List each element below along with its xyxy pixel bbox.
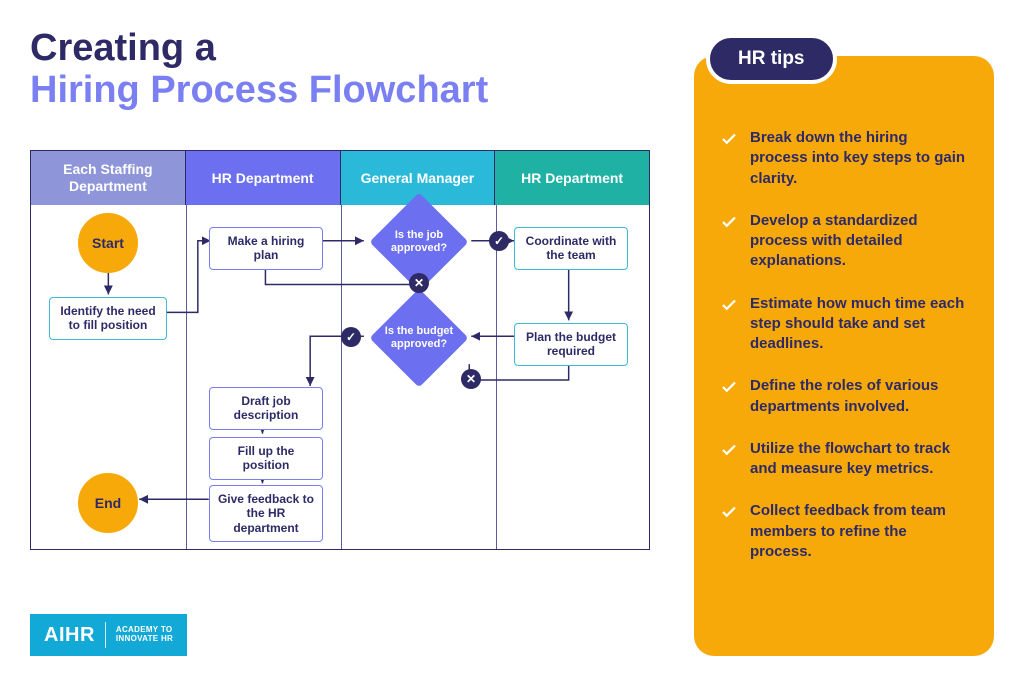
tip-item: Break down the hiring process into key s… (720, 128, 968, 189)
lane-divider (186, 205, 187, 549)
flowchart: Each Staffing Department HR Department G… (30, 150, 650, 550)
lane-label: HR Department (212, 170, 314, 187)
job-approved-decision: Is the job approved? (363, 213, 475, 271)
page-title: Creating a Hiring Process Flowchart (30, 28, 488, 112)
lane-label: General Manager (361, 170, 475, 187)
tip-item: Develop a standardized process with deta… (720, 211, 968, 272)
lane-header-hr2: HR Department (495, 151, 649, 205)
hr-tips-panel: HR tips Break down the hiring process in… (694, 56, 994, 656)
node-label: Fill up the position (216, 444, 316, 473)
check-icon (720, 130, 738, 148)
logo-subtext: ACADEMY TO INNOVATE HR (116, 626, 173, 644)
logo-line: ACADEMY TO (116, 625, 173, 634)
node-label: Coordinate with the team (521, 234, 621, 263)
lane-divider (341, 205, 342, 549)
decision-no-badge: ✕ (409, 273, 429, 293)
check-icon (720, 378, 738, 396)
node-label: End (95, 495, 121, 511)
draft-description-node: Draft job description (209, 387, 323, 430)
aihr-logo: AIHR ACADEMY TO INNOVATE HR (30, 614, 187, 656)
tip-item: Collect feedback from team members to re… (720, 501, 968, 562)
tip-text: Estimate how much time each step should … (750, 294, 968, 355)
decision-yes-badge: ✓ (489, 231, 509, 251)
hr-tips-badge: HR tips (706, 34, 837, 84)
end-node: End (78, 473, 138, 533)
check-icon (720, 503, 738, 521)
lane-label: Each Staffing Department (35, 161, 181, 195)
node-label: Plan the budget required (521, 330, 621, 359)
check-icon (720, 213, 738, 231)
identify-need-node: Identify the need to fill position (49, 297, 167, 340)
node-label: Is the job approved? (369, 229, 469, 254)
decision-no-badge: ✕ (461, 369, 481, 389)
check-icon (720, 296, 738, 314)
title-line1: Creating a (30, 27, 216, 69)
tip-text: Break down the hiring process into key s… (750, 128, 968, 189)
tip-item: Define the roles of various departments … (720, 376, 968, 417)
logo-text: AIHR (44, 624, 95, 647)
tip-item: Utilize the flowchart to track and measu… (720, 439, 968, 480)
tip-text: Define the roles of various departments … (750, 376, 968, 417)
tip-text: Utilize the flowchart to track and measu… (750, 439, 968, 480)
tip-text: Develop a standardized process with deta… (750, 211, 968, 272)
swimlane-headers: Each Staffing Department HR Department G… (31, 151, 649, 205)
node-label: Start (92, 235, 124, 251)
start-node: Start (78, 213, 138, 273)
lane-header-staffing: Each Staffing Department (31, 151, 186, 205)
node-label: Draft job description (216, 394, 316, 423)
title-line2: Hiring Process Flowchart (30, 69, 488, 111)
coordinate-team-node: Coordinate with the team (514, 227, 628, 270)
tip-text: Collect feedback from team members to re… (750, 501, 968, 562)
lane-label: HR Department (521, 170, 623, 187)
node-label: Make a hiring plan (216, 234, 316, 263)
plan-budget-node: Plan the budget required (514, 323, 628, 366)
lane-divider (496, 205, 497, 549)
hiring-plan-node: Make a hiring plan (209, 227, 323, 270)
logo-line: INNOVATE HR (116, 634, 173, 643)
give-feedback-node: Give feedback to the HR department (209, 485, 323, 542)
node-label: Give feedback to the HR department (216, 492, 316, 535)
check-icon (720, 441, 738, 459)
decision-yes-badge: ✓ (341, 327, 361, 347)
node-label: Is the budget approved? (369, 325, 469, 350)
fill-position-node: Fill up the position (209, 437, 323, 480)
budget-approved-decision: Is the budget approved? (363, 309, 475, 367)
swimlane-body: Start Identify the need to fill position… (31, 205, 649, 549)
lane-header-hr: HR Department (186, 151, 341, 205)
node-label: Identify the need to fill position (56, 304, 160, 333)
tip-item: Estimate how much time each step should … (720, 294, 968, 355)
logo-divider (105, 622, 106, 648)
